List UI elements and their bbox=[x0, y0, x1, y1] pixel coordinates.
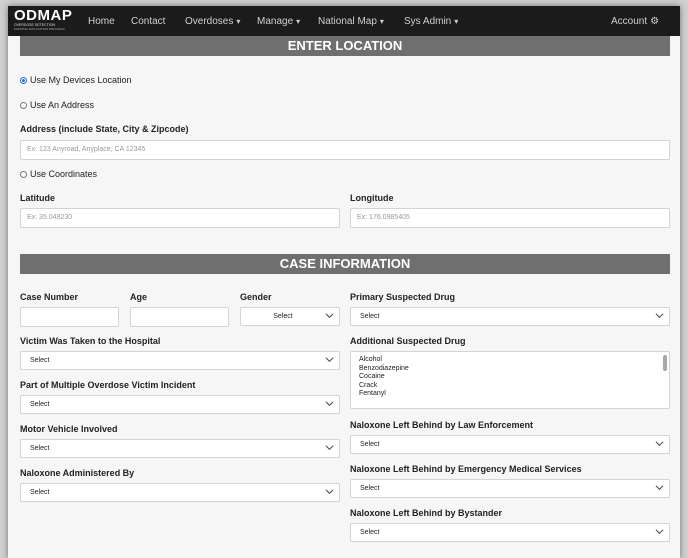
nav-home[interactable]: Home bbox=[88, 16, 115, 27]
nav-account[interactable]: Account ⚙ bbox=[611, 16, 659, 27]
multiple-overdose-label: Part of Multiple Overdose Victim Inciden… bbox=[20, 380, 196, 390]
chevron-down-icon: ▾ bbox=[454, 17, 459, 26]
radio-selected-icon[interactable] bbox=[20, 76, 27, 84]
chevron-down-icon bbox=[655, 441, 664, 447]
age-label: Age bbox=[130, 292, 148, 302]
radio-use-device-label: Use My Devices Location bbox=[30, 75, 132, 85]
naloxone-ems-select[interactable]: Select bbox=[350, 479, 670, 498]
motor-vehicle-label: Motor Vehicle Involved bbox=[20, 424, 118, 434]
latitude-label: Latitude bbox=[20, 193, 55, 203]
hospital-select[interactable]: Select bbox=[20, 351, 340, 370]
additional-drug-label: Additional Suspected Drug bbox=[350, 336, 466, 346]
list-item[interactable]: Benzodiazepine bbox=[351, 365, 669, 374]
latitude-input[interactable]: Ex: 35.048230 bbox=[20, 208, 340, 228]
nav-manage[interactable]: Manage ▾ bbox=[257, 16, 300, 27]
listbox-scrollbar[interactable] bbox=[663, 355, 667, 371]
age-input[interactable] bbox=[130, 307, 229, 327]
list-item[interactable]: Crack bbox=[351, 382, 669, 391]
nav-overdoses[interactable]: Overdoses ▾ bbox=[185, 16, 240, 27]
naloxone-law-select-value: Select bbox=[360, 441, 380, 448]
naloxone-bystander-select-value: Select bbox=[360, 529, 380, 536]
chevron-down-icon bbox=[325, 401, 334, 407]
longitude-input[interactable]: Ex: 176.0985405 bbox=[350, 208, 670, 228]
list-item[interactable]: Alcohol bbox=[351, 356, 669, 365]
app-frame: ODMAP OVERDOSE DETECTION MAPPING APPLICA… bbox=[8, 6, 680, 558]
nav-account-label: Account bbox=[611, 16, 648, 27]
naloxone-administered-select[interactable]: Select bbox=[20, 483, 340, 502]
naloxone-administered-select-value: Select bbox=[30, 489, 50, 496]
primary-drug-label: Primary Suspected Drug bbox=[350, 292, 456, 302]
hospital-select-value: Select bbox=[30, 357, 50, 364]
nav-national-map-label: National Map bbox=[318, 16, 377, 27]
radio-use-device-location[interactable]: Use My Devices Location bbox=[20, 75, 132, 85]
naloxone-bystander-label: Naloxone Left Behind by Bystander bbox=[350, 508, 503, 518]
naloxone-administered-label: Naloxone Administered By bbox=[20, 468, 135, 478]
radio-use-coordinates-label: Use Coordinates bbox=[30, 169, 98, 179]
radio-use-address-label: Use An Address bbox=[30, 100, 95, 110]
top-navbar: ODMAP OVERDOSE DETECTION MAPPING APPLICA… bbox=[8, 6, 680, 36]
address-input[interactable]: Ex: 123 Anyroad, Anyplace, CA 12345 bbox=[20, 140, 670, 160]
naloxone-law-select[interactable]: Select bbox=[350, 435, 670, 454]
chevron-down-icon bbox=[655, 485, 664, 491]
nav-national-map[interactable]: National Map ▾ bbox=[318, 16, 384, 27]
naloxone-law-label: Naloxone Left Behind by Law Enforcement bbox=[350, 420, 534, 430]
case-information-header: CASE INFORMATION bbox=[20, 254, 670, 274]
primary-drug-select-value: Select bbox=[360, 313, 380, 320]
list-item[interactable]: Fentanyl bbox=[351, 390, 669, 399]
radio-use-address[interactable]: Use An Address bbox=[20, 100, 94, 110]
enter-location-header: ENTER LOCATION bbox=[20, 36, 670, 56]
chevron-down-icon bbox=[325, 445, 334, 451]
naloxone-ems-label: Naloxone Left Behind by Emergency Medica… bbox=[350, 464, 582, 474]
chevron-down-icon: ▾ bbox=[379, 17, 384, 26]
nav-manage-label: Manage bbox=[257, 16, 294, 27]
additional-drug-listbox[interactable]: Alcohol Benzodiazepine Cocaine Crack Fen… bbox=[350, 351, 670, 409]
address-label: Address (include State, City & Zipcode) bbox=[20, 124, 189, 134]
chevron-down-icon bbox=[655, 313, 664, 319]
primary-drug-select[interactable]: Select bbox=[350, 307, 670, 326]
radio-icon[interactable] bbox=[20, 101, 27, 109]
odmap-logo[interactable]: ODMAP OVERDOSE DETECTION MAPPING APPLICA… bbox=[14, 8, 78, 31]
chevron-down-icon: ▾ bbox=[296, 17, 301, 26]
chevron-down-icon bbox=[325, 489, 334, 495]
hospital-label: Victim Was Taken to the Hospital bbox=[20, 336, 161, 346]
radio-use-coordinates[interactable]: Use Coordinates bbox=[20, 169, 97, 179]
case-number-label: Case Number bbox=[20, 292, 79, 302]
motor-vehicle-select-value: Select bbox=[30, 445, 50, 452]
chevron-down-icon bbox=[655, 529, 664, 535]
gear-icon: ⚙ bbox=[650, 16, 660, 27]
chevron-down-icon bbox=[325, 357, 334, 363]
radio-icon[interactable] bbox=[20, 170, 27, 178]
nav-sys-admin-label: Sys Admin bbox=[404, 16, 452, 27]
logo-subtitle-2: MAPPING APPLICATION PROGRAM bbox=[14, 27, 65, 31]
nav-contact[interactable]: Contact bbox=[131, 16, 165, 27]
list-item[interactable]: Cocaine bbox=[351, 373, 669, 382]
chevron-down-icon bbox=[325, 313, 334, 319]
multiple-overdose-select[interactable]: Select bbox=[20, 395, 340, 414]
gender-label: Gender bbox=[240, 292, 272, 302]
motor-vehicle-select[interactable]: Select bbox=[20, 439, 340, 458]
nav-overdoses-label: Overdoses bbox=[185, 16, 234, 27]
nav-sys-admin[interactable]: Sys Admin ▾ bbox=[404, 16, 458, 27]
gender-select[interactable]: Select bbox=[240, 307, 340, 326]
chevron-down-icon: ▾ bbox=[236, 17, 241, 26]
gender-select-value: Select bbox=[273, 313, 293, 320]
naloxone-ems-select-value: Select bbox=[360, 485, 380, 492]
case-number-input[interactable] bbox=[20, 307, 119, 327]
logo-text: ODMAP bbox=[14, 7, 73, 24]
naloxone-bystander-select[interactable]: Select bbox=[350, 523, 670, 542]
multiple-overdose-select-value: Select bbox=[30, 401, 50, 408]
longitude-label: Longitude bbox=[350, 193, 394, 203]
